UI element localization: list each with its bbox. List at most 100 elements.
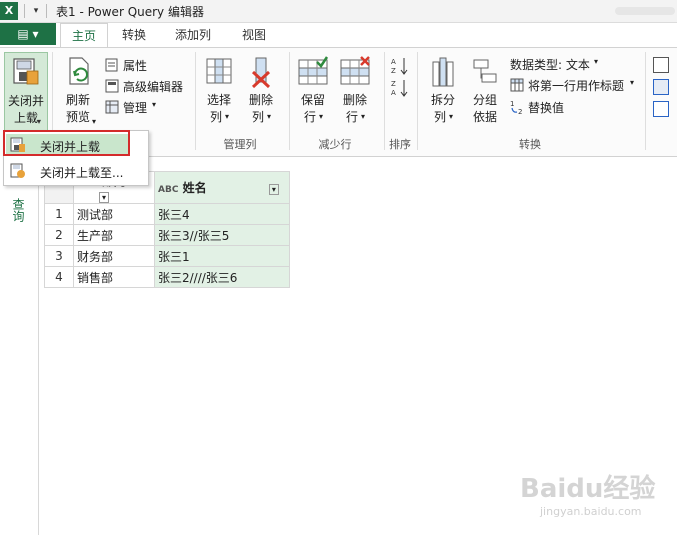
group-separator — [195, 52, 196, 150]
merge-queries-icon[interactable] — [653, 57, 669, 73]
svg-text:Z: Z — [391, 67, 396, 75]
use-first-row-headers-button[interactable]: 将第一行用作标题 ▾ — [510, 77, 638, 93]
data-type-dropdown[interactable]: 数据类型: 文本 ▾ — [510, 56, 605, 72]
first-row-header-icon — [510, 78, 524, 92]
split-column-button[interactable]: 拆分 列 — [425, 54, 461, 126]
qat-separator — [46, 4, 47, 18]
filter-dropdown-icon[interactable]: ▾ — [99, 192, 110, 203]
group-separator — [289, 52, 290, 150]
group-label-manage-columns: 管理列 — [223, 138, 257, 151]
group-by-label-1: 分组 — [472, 93, 497, 107]
cell-name[interactable]: 张三2////张三6 — [154, 266, 290, 288]
qat-separator — [24, 4, 25, 18]
tab-view[interactable]: 视图 — [232, 23, 276, 47]
replace-values-icon: 12 — [510, 100, 522, 115]
group-by-button[interactable]: 分组 依据 — [467, 54, 503, 126]
group-label-sort: 排序 — [389, 138, 411, 151]
table-row: 2 生产部 张三3//张三5 — [44, 224, 290, 246]
keep-rows-label-1: 保留 — [300, 93, 325, 107]
data-type-arrow-icon: ▾ — [594, 57, 599, 66]
cell-department[interactable]: 生产部 — [73, 224, 155, 246]
table-row: 1 测试部 张三4 — [44, 203, 290, 225]
close-and-load-arrow-icon: ▾ — [37, 117, 42, 126]
svg-text:1: 1 — [510, 100, 514, 108]
cell-name[interactable]: 张三1 — [154, 245, 290, 267]
replace-values-button[interactable]: 12 替换值 — [510, 99, 580, 115]
properties-button[interactable]: 属性 — [105, 57, 185, 73]
remove-rows-label-1: 删除 — [342, 93, 367, 107]
sort-descending-button[interactable]: ZA — [390, 78, 410, 98]
file-menu-button[interactable]: ▤ ▾ — [0, 23, 56, 45]
properties-icon — [105, 58, 118, 72]
manage-arrow-icon: ▾ — [152, 100, 157, 109]
close-and-load-button[interactable]: 关闭并 上载 — [4, 52, 48, 132]
remove-columns-arrow-icon: ▾ — [267, 112, 272, 121]
red-highlight-box — [3, 130, 130, 156]
svg-text:2: 2 — [518, 108, 522, 115]
remove-columns-button[interactable]: 删除 列 — [243, 54, 279, 126]
close-and-load-to-icon — [10, 163, 25, 178]
data-type-label: 数据类型: 文本 — [510, 58, 590, 72]
excel-icon[interactable]: X — [0, 2, 18, 20]
keep-rows-icon — [298, 56, 329, 85]
remove-rows-button[interactable]: 删除 行 — [337, 54, 373, 126]
tab-add-column[interactable]: 添加列 — [165, 23, 221, 47]
remove-rows-arrow-icon: ▾ — [361, 112, 366, 121]
sort-ascending-button[interactable]: AZ — [390, 56, 410, 76]
manage-icon — [105, 100, 119, 114]
keep-rows-button[interactable]: 保留 行 — [295, 54, 331, 126]
cell-department[interactable]: 销售部 — [73, 266, 155, 288]
refresh-label-1: 刷新 — [65, 93, 90, 107]
manage-label: 管理 — [123, 101, 148, 115]
choose-columns-button[interactable]: 选择 列 — [201, 54, 237, 126]
group-separator — [645, 52, 646, 150]
group-label-reduce-rows: 减少行 — [318, 138, 352, 151]
advanced-editor-button[interactable]: 高级编辑器 — [105, 78, 190, 94]
window-title: 表1 - Power Query 编辑器 — [56, 5, 204, 19]
svg-text:A: A — [391, 89, 396, 97]
group-by-label-2: 依据 — [472, 110, 497, 124]
remove-rows-icon — [340, 56, 370, 85]
svg-text:A: A — [391, 58, 396, 66]
row-number[interactable]: 2 — [44, 224, 74, 246]
split-column-icon — [432, 57, 454, 87]
blurred-area — [615, 7, 675, 15]
filter-dropdown-icon[interactable]: ▾ — [268, 184, 279, 195]
split-column-arrow-icon: ▾ — [449, 112, 454, 121]
combine-files-icon[interactable] — [653, 101, 669, 117]
replace-values-label: 替换值 — [528, 101, 565, 115]
row-number[interactable]: 1 — [44, 203, 74, 225]
group-separator — [417, 52, 418, 150]
cell-name[interactable]: 张三4 — [154, 203, 290, 225]
group-label-transform: 转换 — [519, 138, 541, 151]
cell-department[interactable]: 财务部 — [73, 245, 155, 267]
queries-pane-label[interactable]: 查询 — [10, 198, 27, 222]
cell-name[interactable]: 张三3//张三5 — [154, 224, 290, 246]
keep-rows-arrow-icon: ▾ — [319, 112, 324, 121]
close-and-load-label-1: 关闭并 — [7, 94, 44, 108]
refresh-icon — [69, 57, 89, 85]
close-and-load-icon — [13, 58, 39, 85]
column-header-label: 姓名 — [182, 181, 207, 195]
menu-item-close-and-load-to[interactable]: 关闭并上载至... — [6, 160, 140, 182]
qat-customize-icon[interactable]: ▾ — [30, 3, 42, 19]
manage-button[interactable]: 管理 ▾ — [105, 99, 165, 115]
tab-transform[interactable]: 转换 — [112, 23, 156, 47]
tab-home[interactable]: 主页 — [60, 23, 108, 49]
append-queries-icon[interactable] — [653, 79, 669, 95]
row-number[interactable]: 4 — [44, 266, 74, 288]
advanced-editor-label: 高级编辑器 — [123, 80, 184, 94]
table-row: 3 财务部 张三1 — [44, 245, 290, 267]
cell-department[interactable]: 测试部 — [73, 203, 155, 225]
use-first-row-label: 将第一行用作标题 — [528, 79, 625, 93]
row-number[interactable]: 3 — [44, 245, 74, 267]
column-header-name[interactable]: ABC 姓名 ▾ — [154, 171, 290, 204]
refresh-preview-button[interactable]: 刷新 预览 — [58, 54, 98, 126]
table-row: 4 销售部 张三2////张三6 — [44, 266, 290, 288]
sort-descending-icon: ZA — [391, 80, 408, 97]
advanced-editor-icon — [105, 79, 119, 93]
data-grid[interactable]: ABC 部门 ▾ ABC 姓名 ▾ 1 测试部 张三4 2 生产部 张三3//张… — [44, 171, 290, 288]
sort-ascending-icon: AZ — [391, 58, 408, 75]
choose-columns-label-1: 选择 — [206, 93, 231, 107]
svg-text:Z: Z — [391, 80, 396, 88]
